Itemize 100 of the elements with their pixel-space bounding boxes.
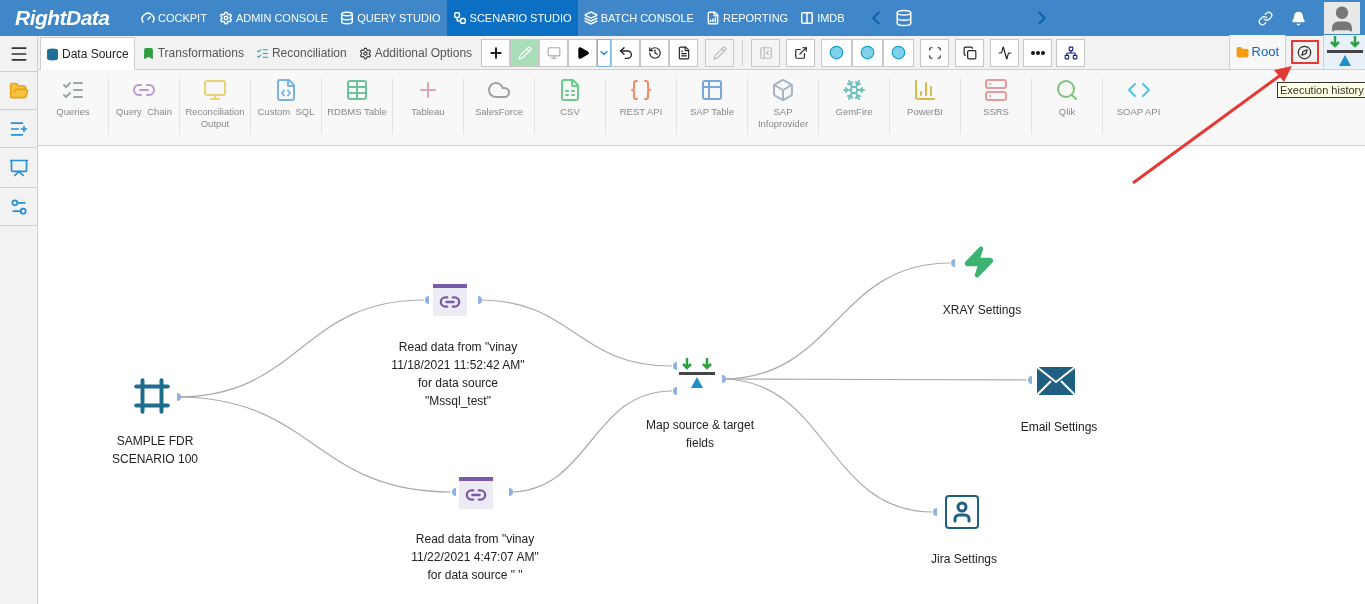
gauge-icon <box>141 11 155 25</box>
venn-button[interactable] <box>883 38 915 67</box>
run-button[interactable] <box>568 38 598 67</box>
source-label[interactable]: CSV <box>560 106 580 118</box>
chart-board-icon <box>8 157 29 178</box>
code-file-icon[interactable] <box>274 78 298 102</box>
pencil-icon <box>712 45 727 60</box>
input-port[interactable] <box>951 259 955 267</box>
source-label[interactable]: SOAP API <box>1116 106 1161 118</box>
more-icon <box>1030 50 1045 55</box>
columns-icon <box>800 11 815 25</box>
external-link-button[interactable] <box>786 38 816 67</box>
source-label[interactable]: RDBMS Table <box>327 106 387 118</box>
source-label[interactable]: SalesForce <box>474 106 524 118</box>
copy-icon <box>962 45 977 60</box>
input-port[interactable] <box>673 362 677 370</box>
database-icon <box>340 11 355 25</box>
nav-tab[interactable]: IMDB <box>794 0 851 36</box>
more-button[interactable] <box>1023 38 1053 67</box>
collapse-button[interactable] <box>751 38 781 67</box>
nav-tab[interactable]: ADMIN CONSOLE <box>212 0 335 36</box>
link-icon[interactable] <box>1258 10 1273 26</box>
source-label[interactable]: Reconciliation Output <box>180 106 250 130</box>
nav-tab[interactable]: REPORTING <box>699 0 795 36</box>
input-port[interactable] <box>673 387 677 395</box>
history-button[interactable] <box>640 38 670 67</box>
input-port[interactable] <box>1028 376 1032 384</box>
tab[interactable]: Transformations <box>136 37 249 69</box>
monitor-icon <box>546 45 561 60</box>
venn-button[interactable] <box>821 38 853 67</box>
server-icon[interactable] <box>984 78 1008 102</box>
circle-icon <box>891 45 907 60</box>
input-port[interactable] <box>425 296 429 304</box>
source-label[interactable]: Query Chain <box>116 106 172 118</box>
root-button[interactable]: Root <box>1228 35 1285 69</box>
pencil-icon <box>517 45 532 60</box>
source-label[interactable]: SAP Infoprovider <box>748 106 818 130</box>
source-label[interactable]: REST API <box>619 106 663 118</box>
input-port[interactable] <box>933 508 937 516</box>
add-button[interactable] <box>481 38 511 67</box>
network-icon <box>1063 45 1078 60</box>
output-port[interactable] <box>509 488 513 496</box>
nav-tab[interactable]: COCKPIT <box>135 0 213 36</box>
frame-icon <box>133 377 171 415</box>
gear-icon <box>358 46 372 60</box>
compare-button[interactable] <box>920 38 950 67</box>
venn-button[interactable] <box>852 38 884 67</box>
edit-button[interactable] <box>705 38 735 67</box>
compass-icon <box>1297 44 1312 60</box>
flow-button[interactable] <box>1056 38 1086 67</box>
nav-tab[interactable]: SCENARIO STUDIO <box>446 0 578 36</box>
notification-bell-icon[interactable] <box>1291 10 1306 26</box>
undo-button[interactable] <box>611 38 641 67</box>
tab[interactable]: Reconciliation <box>250 37 352 69</box>
cube-icon[interactable] <box>771 78 795 102</box>
source-label[interactable]: Qlik <box>1058 106 1076 118</box>
nav-tab[interactable]: QUERY STUDIO <box>334 0 447 36</box>
node-label: Jira Settings <box>931 551 997 568</box>
source-label[interactable]: SAP Table <box>690 106 734 118</box>
envelope-icon <box>1037 367 1075 395</box>
chart-button[interactable] <box>990 38 1020 67</box>
lightning-icon <box>962 245 996 279</box>
avatar[interactable] <box>1324 2 1360 34</box>
table-icon[interactable] <box>345 78 369 102</box>
report-file-icon <box>705 11 720 25</box>
source-label[interactable]: Tableau <box>411 106 445 118</box>
source-label[interactable]: Custom SQL <box>257 106 315 118</box>
external-link-icon <box>793 45 808 60</box>
node-label: SAMPLE FDR SCENARIO 100 <box>112 433 198 468</box>
tab[interactable]: Data Source <box>40 37 135 70</box>
source-label[interactable]: Queries <box>56 106 90 118</box>
snowflake-icon[interactable] <box>842 78 866 102</box>
table-icon[interactable] <box>700 78 724 102</box>
collapse-panel-icon <box>758 45 773 60</box>
report-button[interactable] <box>669 38 699 67</box>
input-port[interactable] <box>452 488 456 496</box>
source-label[interactable]: GemFire <box>835 106 873 118</box>
workflow-icon <box>452 11 467 25</box>
bookmark-icon <box>141 46 155 60</box>
braces-icon[interactable] <box>629 78 653 102</box>
database-icon[interactable] <box>894 9 913 27</box>
magnifier-icon[interactable] <box>1055 78 1079 102</box>
balance-button[interactable] <box>1323 35 1365 69</box>
tab[interactable]: Additional Options <box>353 37 478 69</box>
folder-icon <box>1235 45 1249 59</box>
output-port[interactable] <box>177 393 181 401</box>
source-label[interactable]: SSRS <box>983 106 1009 118</box>
output-port[interactable] <box>478 296 482 304</box>
tooltip: Execution history <box>1277 82 1365 98</box>
source-label[interactable]: PowerBI <box>907 106 943 118</box>
node-label: XRAY Settings <box>942 302 1022 319</box>
undo-icon <box>617 44 634 61</box>
monitor-icon[interactable] <box>203 78 227 102</box>
node-label: Map source & target fields <box>645 417 755 452</box>
output-port[interactable] <box>722 375 726 383</box>
spreadsheet-file-icon[interactable] <box>558 78 582 102</box>
bar-chart-icon[interactable] <box>913 78 937 102</box>
nav-tab[interactable]: BATCH CONSOLE <box>577 0 700 36</box>
logo: RightData <box>15 5 111 32</box>
copy-button[interactable] <box>955 38 985 67</box>
